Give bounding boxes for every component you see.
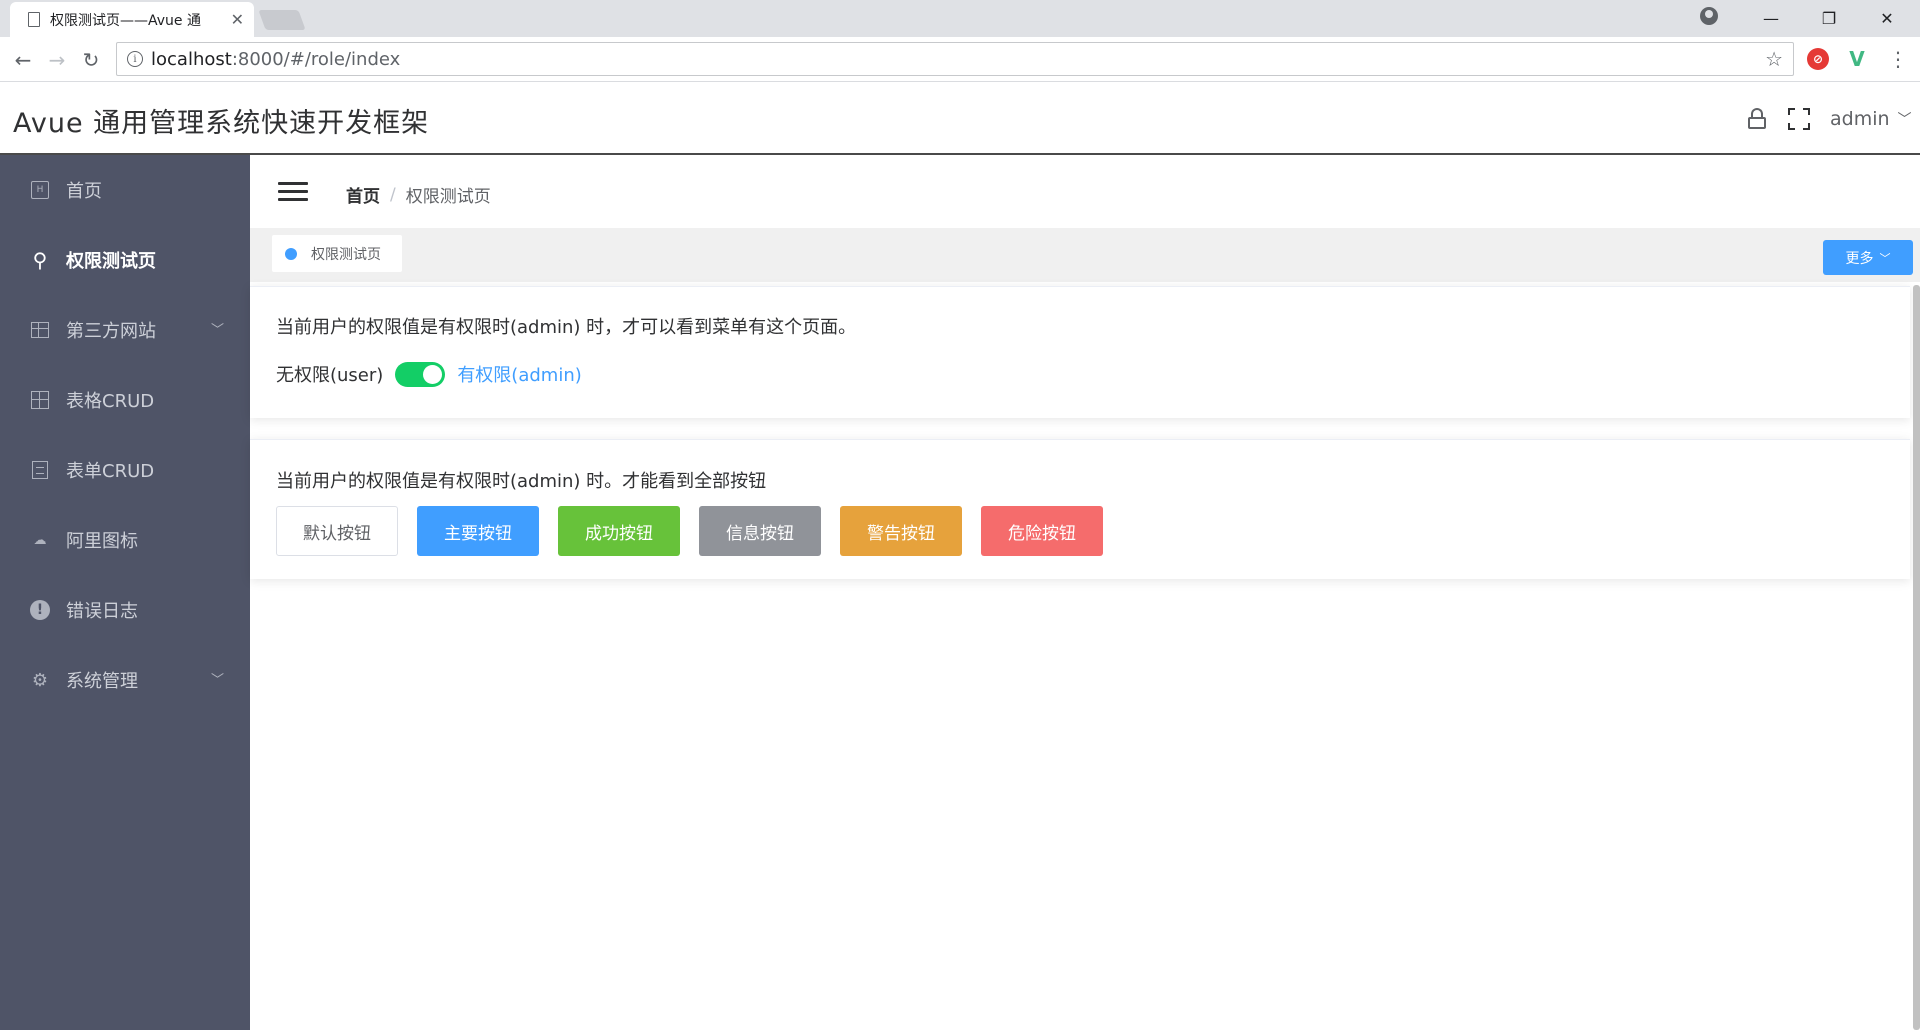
active-dot-icon (285, 247, 297, 260)
sidebar-item-third-party[interactable]: 第三方网站 ﹀ (0, 295, 250, 365)
breadcrumb-current: 权限测试页 (405, 187, 491, 207)
table-icon (30, 390, 50, 410)
profile-icon[interactable] (1700, 7, 1718, 25)
app-header: Avue 通用管理系统快速开发框架 admin ﹀ (0, 82, 1920, 155)
chevron-down-icon: ﹀ (210, 673, 224, 688)
chevron-down-icon: ﹀ (210, 323, 224, 338)
url-text: localhost:8000/#/role/index (151, 48, 401, 70)
sidebar-item-permission-test[interactable]: ⚲ 权限测试页 (0, 225, 250, 295)
sidebar-item-label: 权限测试页 (66, 251, 156, 272)
sidebar-item-label: 表单CRUD (66, 461, 155, 482)
cloud-icon: ☁ (33, 532, 47, 548)
permission-buttons-card: 当前用户的权限值是有权限时(admin) 时。才能看到全部按钮 默认按钮 主要按… (250, 439, 1910, 579)
lock-icon[interactable] (1748, 108, 1766, 129)
key-icon: ⚲ (32, 248, 48, 272)
breadcrumb-home[interactable]: 首页 (346, 182, 380, 207)
bookmark-star-icon[interactable]: ☆ (1765, 47, 1783, 71)
gear-icon: ⚙ (31, 669, 49, 691)
button-row: 默认按钮 主要按钮 成功按钮 信息按钮 警告按钮 危险按钮 (276, 506, 1122, 556)
switch-off-label: 无权限(user) (276, 365, 384, 386)
document-icon (28, 12, 40, 27)
sidebar-item-form-crud[interactable]: 表单CRUD (0, 435, 250, 505)
main-area: 首页 / 权限测试页 权限测试页 更多 ﹀ 当前用户的权限值是有权限时(admi… (250, 155, 1920, 1030)
forward-icon[interactable]: → (44, 47, 70, 73)
sidebar-item-label: 阿里图标 (66, 531, 138, 552)
tab-title: 权限测试页——Avue 通 (50, 12, 201, 29)
permission-toggle[interactable] (395, 361, 446, 387)
browser-tab[interactable]: 权限测试页——Avue 通 ✕ (10, 2, 254, 37)
more-button[interactable]: 更多 ﹀ (1823, 240, 1913, 275)
breadcrumb-separator: / (390, 184, 396, 205)
extension-red-icon[interactable]: ⊘ (1807, 48, 1829, 70)
browser-toolbar: ← → ↻ i localhost:8000/#/role/index ☆ ⊘ … (0, 37, 1920, 82)
sidebar-item-label: 表格CRUD (66, 391, 155, 412)
warning-button[interactable]: 警告按钮 (840, 506, 962, 556)
user-menu[interactable]: admin ﹀ (1830, 108, 1912, 130)
sidebar-item-label: 首页 (66, 181, 102, 202)
browser-tabstrip: 权限测试页——Avue 通 ✕ — ❐ ✕ (0, 0, 1920, 37)
home-box-icon: H (30, 180, 50, 200)
more-label: 更多 (1845, 250, 1874, 267)
sidebar-item-error-log[interactable]: ! 错误日志 (0, 575, 250, 645)
info-button[interactable]: 信息按钮 (699, 506, 821, 556)
error-icon: ! (30, 600, 50, 620)
close-window-button[interactable]: ✕ (1858, 0, 1916, 37)
sidebar-item-system[interactable]: ⚙ 系统管理 ﹀ (0, 645, 250, 715)
restore-button[interactable]: ❐ (1800, 0, 1858, 37)
minimize-button[interactable]: — (1742, 0, 1800, 37)
sidebar-item-label: 系统管理 (66, 671, 138, 692)
layout-icon (30, 320, 50, 340)
username: admin (1830, 108, 1890, 130)
success-button[interactable]: 成功按钮 (558, 506, 680, 556)
default-button[interactable]: 默认按钮 (276, 506, 398, 556)
new-tab-button[interactable] (258, 10, 306, 30)
chevron-down-icon: ﹀ (1879, 251, 1891, 265)
tag-label: 权限测试页 (311, 246, 381, 263)
app-title: Avue 通用管理系统快速开发框架 (13, 108, 430, 139)
form-icon (30, 460, 50, 480)
sidebar: H 首页 ⚲ 权限测试页 第三方网站 ﹀ 表格CRUD 表单CRUD ☁ 阿里图… (0, 155, 250, 1030)
close-tab-icon[interactable]: ✕ (231, 10, 244, 29)
sidebar-item-label: 错误日志 (66, 601, 138, 622)
switch-on-label: 有权限(admin) (457, 365, 582, 386)
address-bar[interactable]: i localhost:8000/#/role/index ☆ (116, 42, 1794, 76)
permission-switch-row: 无权限(user) 有权限(admin) (276, 361, 582, 387)
breadcrumb: 首页 / 权限测试页 (346, 182, 491, 208)
back-icon[interactable]: ← (10, 47, 36, 73)
tags-bar: 权限测试页 更多 ﹀ (250, 228, 1920, 282)
primary-button[interactable]: 主要按钮 (417, 506, 539, 556)
danger-button[interactable]: 危险按钮 (981, 506, 1103, 556)
tag-permission-test[interactable]: 权限测试页 (272, 235, 402, 272)
menu-toggle-icon[interactable] (278, 182, 308, 202)
chevron-down-icon: ﹀ (1897, 112, 1912, 128)
fullscreen-icon[interactable] (1788, 108, 1810, 130)
content-area: 当前用户的权限值是有权限时(admin) 时，才可以看到菜单有这个页面。 无权限… (250, 282, 1910, 1030)
sidebar-item-ali-icons[interactable]: ☁ 阿里图标 (0, 505, 250, 575)
info-icon[interactable]: i (127, 51, 143, 67)
sidebar-item-table-crud[interactable]: 表格CRUD (0, 365, 250, 435)
reload-icon[interactable]: ↻ (78, 47, 104, 73)
main-topbar: 首页 / 权限测试页 (250, 155, 1920, 228)
permission-page-card: 当前用户的权限值是有权限时(admin) 时，才可以看到菜单有这个页面。 无权限… (250, 286, 1910, 418)
browser-menu-icon[interactable]: ⋮ (1888, 47, 1908, 71)
vue-devtools-icon[interactable]: V (1846, 47, 1868, 71)
vertical-scrollbar[interactable] (1913, 285, 1920, 1030)
sidebar-item-label: 第三方网站 (66, 321, 156, 342)
button-permission-text: 当前用户的权限值是有权限时(admin) 时。才能看到全部按钮 (276, 471, 767, 492)
sidebar-item-home[interactable]: H 首页 (0, 155, 250, 225)
page-permission-text: 当前用户的权限值是有权限时(admin) 时，才可以看到菜单有这个页面。 (276, 317, 857, 338)
